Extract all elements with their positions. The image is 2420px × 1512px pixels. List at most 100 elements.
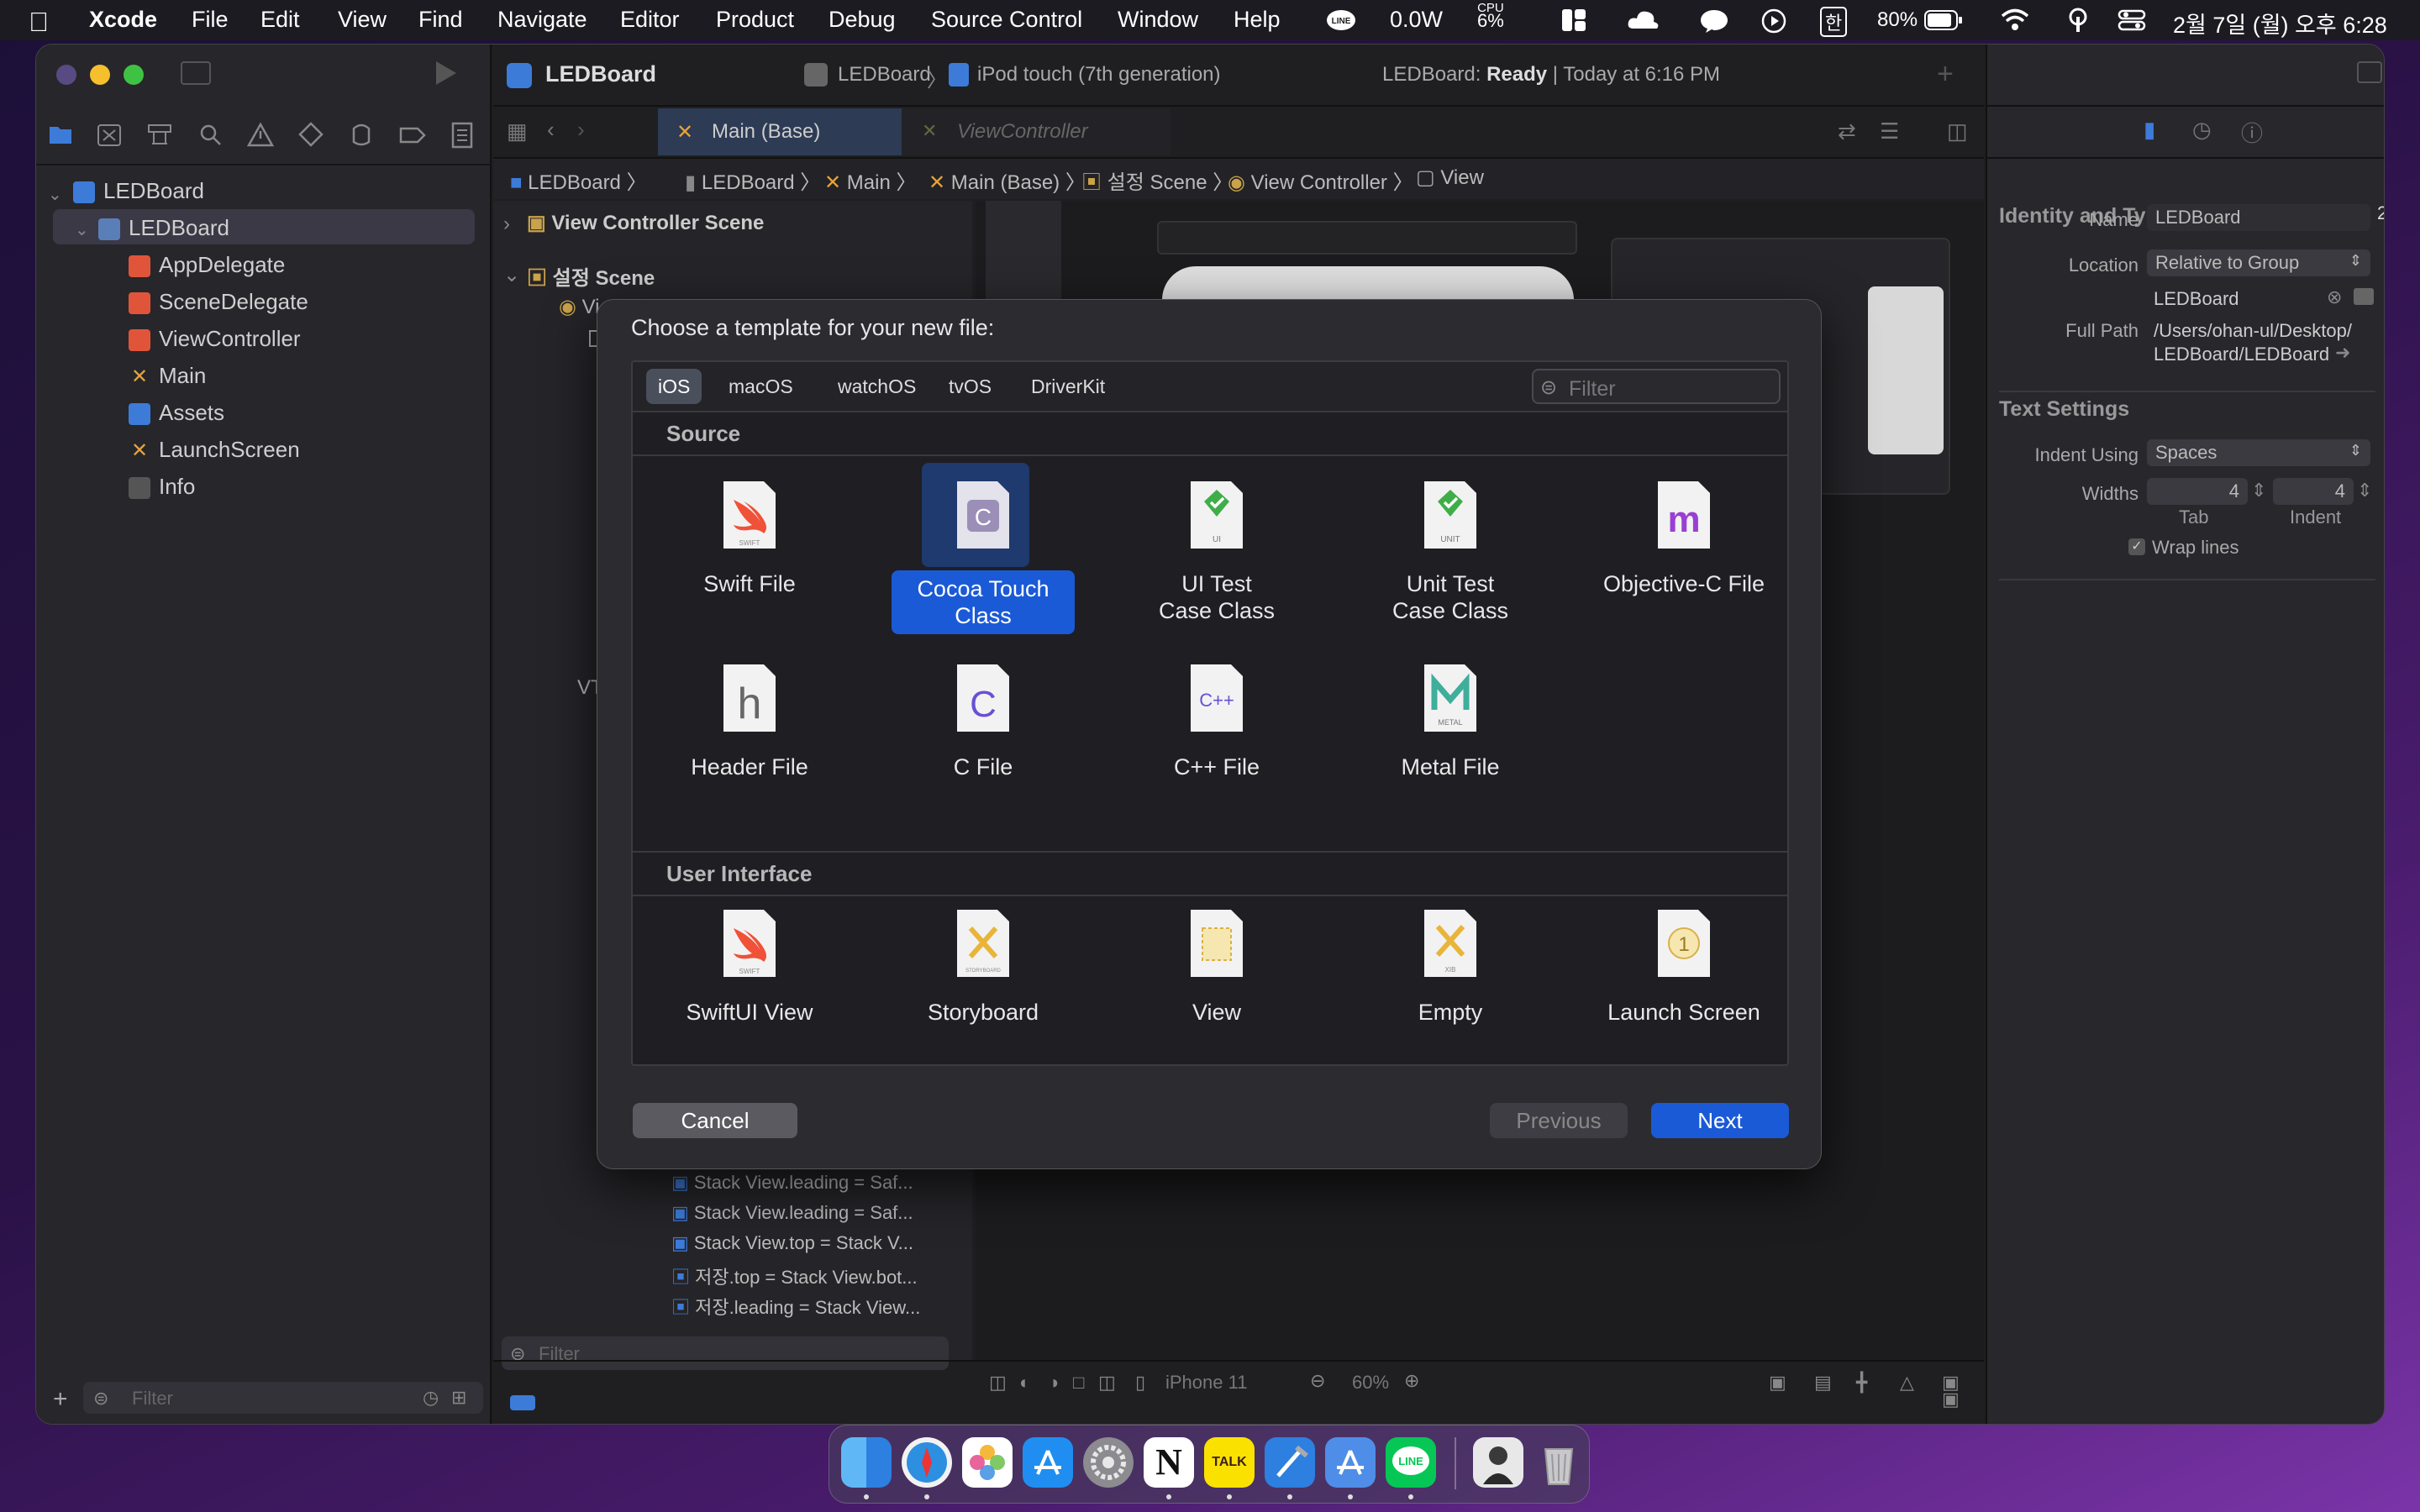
template-header-file[interactable]: h Header File [636,663,863,780]
location-popup[interactable]: Relative to Group ⇕ [2147,249,2370,276]
template-metal-file[interactable]: METAL Metal File [1337,663,1564,780]
window-layout-icon[interactable] [1561,8,1586,32]
next-button[interactable]: Next [1651,1103,1789,1138]
breadcrumb-main-base[interactable]: ✕ Main (Base) 〉 [929,165,1086,195]
zoom-level[interactable]: 60% [1352,1372,1389,1394]
profile-photo-icon[interactable] [1473,1437,1523,1488]
breadcrumb-viewcontroller[interactable]: ◉ View Controller 〉 [1228,165,1413,195]
platform-tab-macos[interactable]: macOS [717,369,805,404]
outline-vc-item[interactable]: ◉ Vi [559,295,600,319]
appearance-icon[interactable]: ◐ [1019,1372,1030,1394]
code-review-icon[interactable]: ⇄ [1838,118,1856,144]
line-icon[interactable]: LINE [1386,1437,1436,1488]
platform-tab-ios[interactable]: iOS [646,369,702,404]
clear-location-icon[interactable]: ⊗ [2327,286,2342,308]
menu-edit[interactable]: Edit [260,7,300,33]
template-ui-test-case-class[interactable]: UI UI Test Case Class [1103,480,1330,624]
platform-tab-driverkit[interactable]: DriverKit [1019,369,1117,404]
menu-find[interactable]: Find [418,7,463,33]
notion-icon[interactable]: N [1144,1437,1194,1488]
outline-scene-viewcontroller[interactable]: ▣ View Controller Scene [527,211,764,235]
minimize-window-button[interactable] [90,65,110,85]
kakaotalk-icon[interactable]: TALK [1204,1437,1255,1488]
outline-filter-field[interactable]: ⊜ Filter [502,1336,949,1370]
tree-project-root[interactable]: LEDBoard [73,174,204,207]
history-inspector-tab-icon[interactable]: ◷ [2192,117,2212,143]
forward-icon[interactable]: › [577,117,585,143]
add-file-icon[interactable]: + [53,1385,68,1414]
orientation-icon[interactable]: □ [1073,1372,1084,1394]
template-launch-screen[interactable]: 1 Launch Screen [1570,908,1787,1026]
app-store-icon[interactable] [1023,1437,1073,1488]
apple-menu-icon[interactable]:  [29,7,49,38]
update-frames-icon[interactable]: ▣ [1769,1372,1786,1394]
template-swiftui-view[interactable]: SWIFT SwiftUI View [636,908,863,1026]
choose-folder-icon[interactable] [2354,288,2374,305]
disclosure-chevron-icon[interactable]: ⌄ [503,263,520,287]
tree-file-info[interactable]: Info [129,470,195,503]
tab-width-field[interactable]: 4 [2147,478,2248,505]
disclosure-chevron-icon[interactable]: › [503,213,510,236]
tree-file-assets[interactable]: Assets [129,396,224,429]
indent-using-popup[interactable]: Spaces ⇕ [2147,439,2370,466]
constraint-row[interactable]: ▣ 저장.leading = Stack View... [671,1293,920,1320]
airdrop-icon[interactable] [2064,7,2092,32]
play-status-icon[interactable] [1761,8,1786,34]
indent-width-field[interactable]: 4 [2273,478,2354,505]
menu-navigate[interactable]: Navigate [497,7,587,33]
wrap-lines-checkbox[interactable]: ✓ [2128,538,2145,555]
template-empty[interactable]: XIB Empty [1337,908,1564,1026]
tab-main-base[interactable]: ✕ Main (Base) [658,108,902,155]
photos-icon[interactable] [962,1437,1013,1488]
zoom-out-icon[interactable]: ⊖ [1310,1370,1325,1392]
tree-file-scenedelegate[interactable]: SceneDelegate [129,285,308,318]
zoom-in-icon[interactable]: ⊕ [1404,1370,1419,1392]
file-inspector-tab-icon[interactable]: ▮ [2144,117,2155,143]
template-cocoa-touch-class[interactable]: C Cocoa Touch Class [870,463,1097,634]
constraint-row[interactable]: ▣ Stack View.top = Stack V... [671,1232,913,1254]
app-menu[interactable]: Xcode [89,7,157,33]
scheme-selector[interactable]: LEDBoard [838,63,931,87]
menu-product[interactable]: Product [716,7,794,33]
menu-window[interactable]: Window [1118,7,1198,33]
messages-status-icon[interactable] [1699,8,1729,34]
control-center-icon[interactable] [2118,8,2146,32]
sidebar-toggle-icon[interactable] [181,61,211,85]
template-swift-file[interactable]: SWIFT Swift File [636,480,863,597]
run-destination[interactable]: iPod touch (7th generation) [977,63,1221,87]
library-add-icon[interactable]: + [1937,58,1954,91]
platform-tab-tvos[interactable]: tvOS [937,369,1003,404]
wifi-icon[interactable] [2000,7,2030,32]
trash-icon[interactable] [1534,1437,1584,1488]
align-icon[interactable]: ▤ [1814,1372,1832,1394]
template-unit-test-case-class[interactable]: UNIT Unit Test Case Class [1337,480,1564,624]
breadcrumb-main[interactable]: ✕ Main 〉 [824,165,916,195]
navigator-filter-field[interactable]: ⊜ Filter ◷ ⊞ [83,1382,483,1414]
template-c-file[interactable]: C C File [870,663,1097,780]
menu-file[interactable]: File [192,7,229,33]
accessibility-icon[interactable]: ◑ [1048,1372,1059,1394]
tree-group-ledboard[interactable]: LEDBoard [98,211,229,244]
disclosure-chevron-icon[interactable]: ⌄ [75,219,89,240]
battery-percent[interactable]: 80% [1877,8,1918,32]
tree-file-appdelegate[interactable]: AppDelegate [129,248,285,281]
recent-files-icon[interactable]: ◷ [423,1387,439,1409]
menu-source-control[interactable]: Source Control [931,7,1082,33]
toggle-outline-icon[interactable]: ◫ [989,1372,1007,1394]
back-icon[interactable]: ‹ [547,117,555,143]
template-filter-field[interactable]: ⊜ Filter [1532,369,1781,404]
zoom-window-button[interactable] [124,65,144,85]
split-editor-icon[interactable]: ◫ [1947,118,1968,144]
reveal-in-finder-icon[interactable]: ➜ [2335,342,2350,364]
template-storyboard[interactable]: STORYBOARD Storyboard [870,908,1097,1026]
breadcrumb-scene[interactable]: ▣ 설정 Scene 〉 [1081,165,1233,195]
template-cpp-file[interactable]: C++ C++ File [1103,663,1330,780]
device-config-label[interactable]: iPhone 11 [1165,1372,1247,1394]
menu-editor[interactable]: Editor [620,7,680,33]
indent-width-stepper-icon[interactable]: ⇕ [2357,480,2372,501]
menu-view[interactable]: View [338,7,387,33]
tree-file-main[interactable]: ✕ Main [129,359,206,392]
cancel-button[interactable]: Cancel [633,1103,797,1138]
safari-icon[interactable] [902,1437,952,1488]
run-button[interactable] [433,60,458,87]
